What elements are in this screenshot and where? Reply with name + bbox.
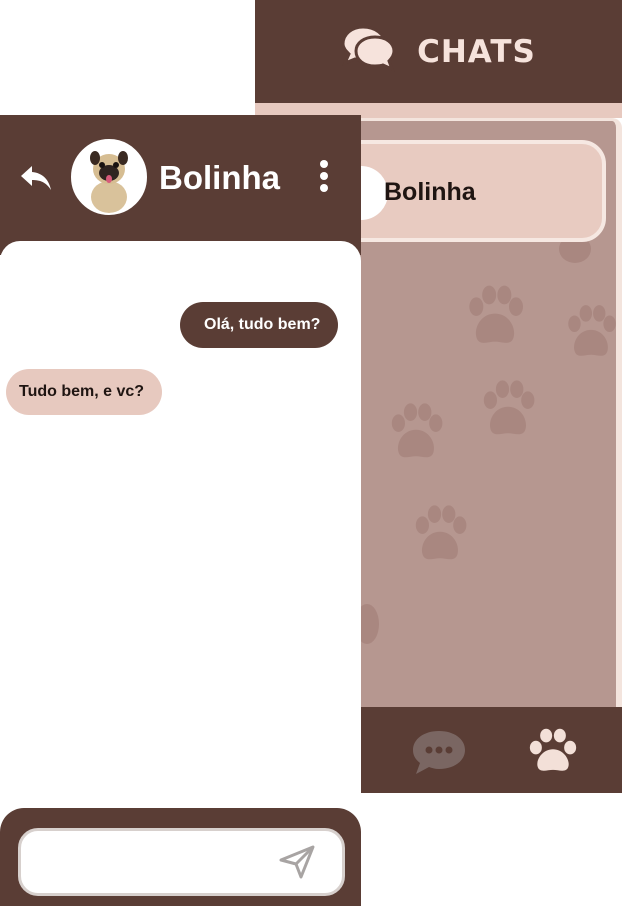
more-options-button[interactable] xyxy=(316,160,332,194)
avatar[interactable] xyxy=(71,139,147,215)
contact-name: Bolinha xyxy=(159,159,280,196)
kebab-menu-dot xyxy=(320,172,328,180)
chat-bubbles-icon xyxy=(341,23,397,80)
paw-print-icon xyxy=(391,403,443,458)
paw-print-icon xyxy=(469,285,523,343)
paw-print-icon xyxy=(359,604,379,644)
paw-icon xyxy=(529,728,577,771)
kebab-menu-dot xyxy=(320,184,328,192)
pug-photo-icon xyxy=(73,141,145,213)
message-composer xyxy=(0,808,361,906)
nav-pets-button[interactable] xyxy=(525,727,581,780)
message-bubble-sent: Olá, tudo bem? xyxy=(180,302,339,348)
send-button[interactable] xyxy=(278,844,316,880)
chats-header: CHATS xyxy=(255,0,622,103)
nav-chats-button[interactable] xyxy=(410,727,468,782)
chats-title: CHATS xyxy=(417,33,536,70)
send-icon xyxy=(279,845,315,879)
paw-print-icon xyxy=(415,505,467,560)
paw-print-icon xyxy=(568,305,616,356)
chat-icon xyxy=(413,731,465,774)
message-bubble-received: Tudo bem, e vc? xyxy=(6,369,163,415)
conversation-screen: Bolinha xyxy=(0,115,361,906)
conversation-header: Bolinha xyxy=(0,115,361,255)
paw-print-icon xyxy=(483,380,535,435)
reply-arrow-icon xyxy=(21,166,51,190)
back-button[interactable] xyxy=(18,163,54,193)
chat-list-item-name: Bolinha xyxy=(384,178,476,206)
kebab-menu-icon xyxy=(320,160,328,168)
